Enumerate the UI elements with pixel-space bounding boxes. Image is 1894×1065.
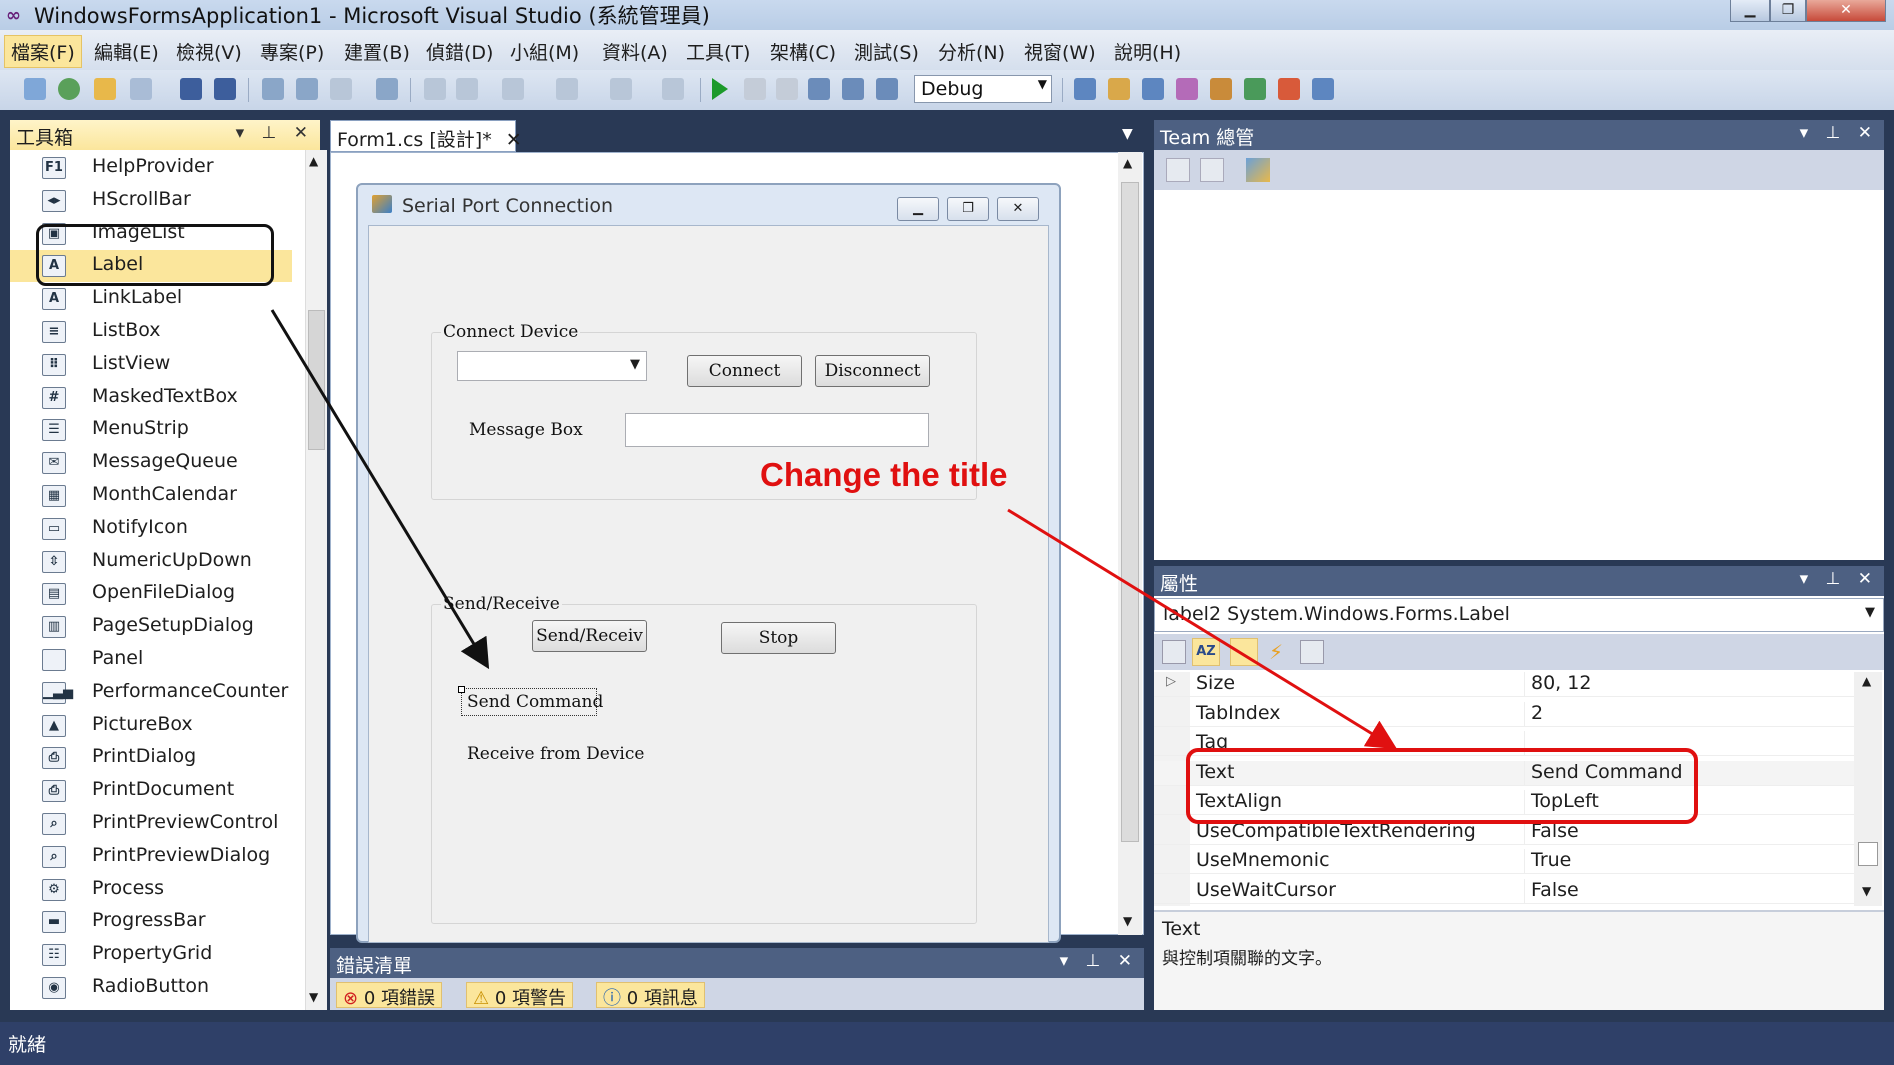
arrow-label-to-form: [270, 309, 490, 670]
arrow-title-to-text-property: [1007, 508, 1398, 750]
annotation-arrows: [270, 309, 1398, 750]
